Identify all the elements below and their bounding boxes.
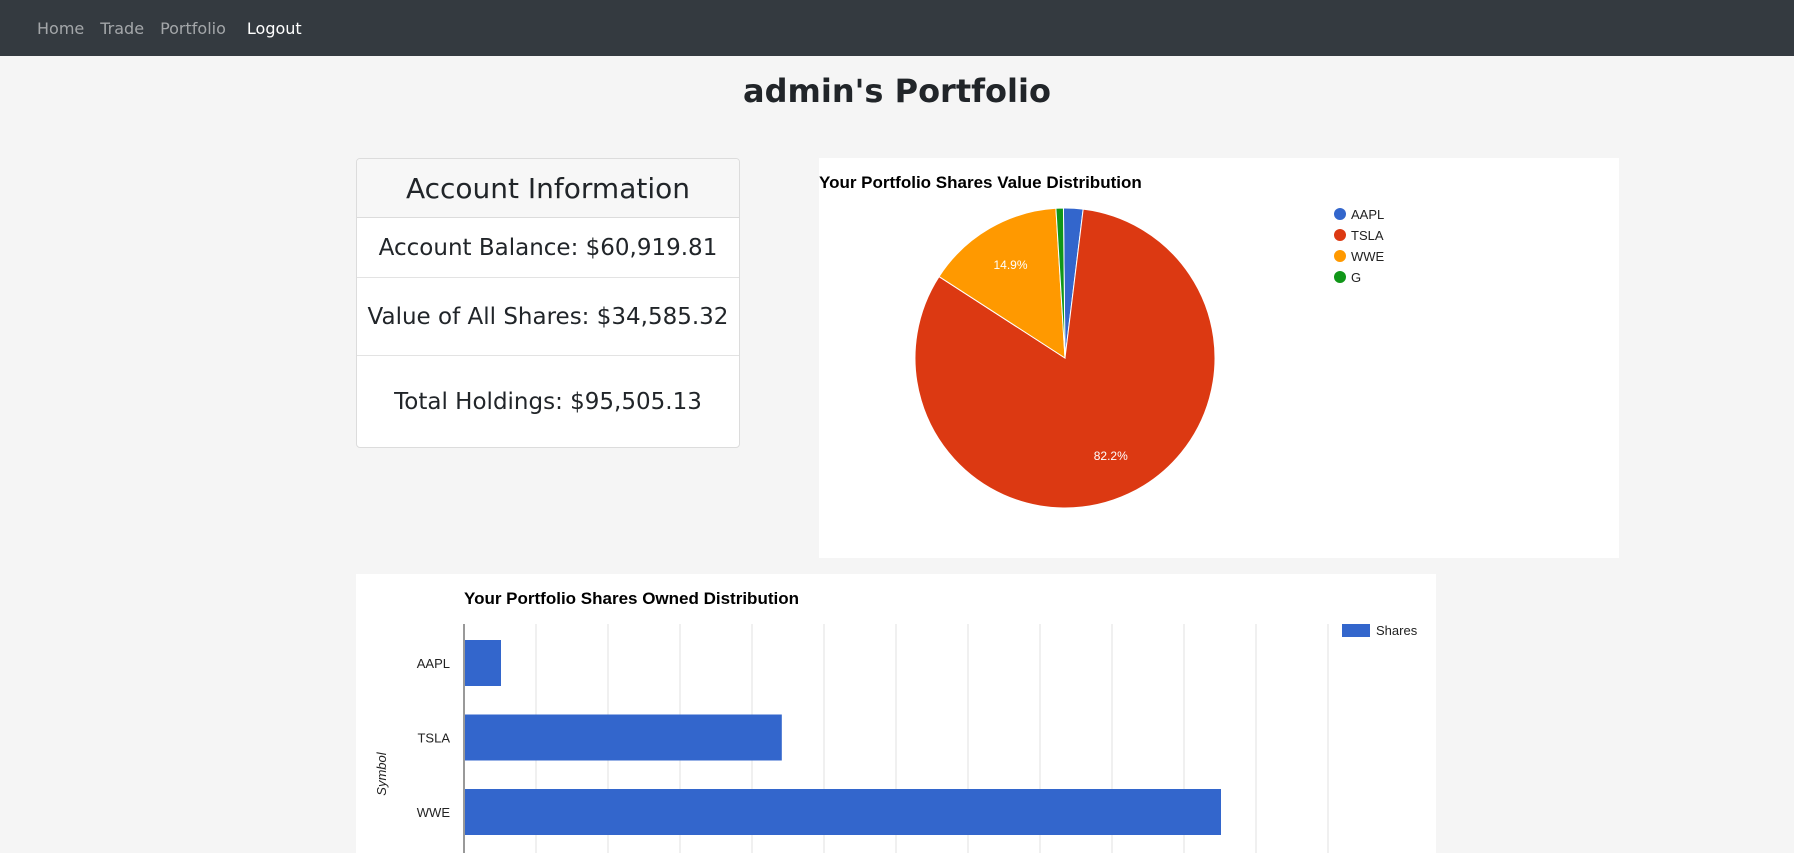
account-information-card: Account Information Account Balance: $60…	[356, 158, 740, 448]
pie-legend-marker-aapl	[1334, 208, 1346, 220]
pie-chart: Your Portfolio Shares Value Distribution…	[819, 173, 1385, 509]
nav-home-link[interactable]: Home	[37, 19, 84, 38]
page-title: admin's Portfolio	[743, 72, 1051, 110]
pie-legend-marker-tsla	[1334, 229, 1346, 241]
bar-wwe	[465, 789, 1221, 835]
pie-legend-label-wwe: WWE	[1351, 249, 1385, 264]
pie-legend-label-aapl: AAPL	[1351, 207, 1384, 222]
bar-y-axis-label: Symbol	[374, 751, 389, 795]
bar-chart: Your Portfolio Shares Owned Distribution…	[374, 589, 1418, 853]
account-card-header: Account Information	[357, 159, 739, 218]
bar-tsla	[465, 714, 782, 761]
bar-chart-title: Your Portfolio Shares Owned Distribution	[464, 589, 799, 608]
pie-slice-label-tsla: 82.2%	[1094, 449, 1128, 463]
total-holdings: Total Holdings: $95,505.13	[394, 389, 702, 415]
pie-legend-label-tsla: TSLA	[1351, 228, 1384, 243]
logout-link[interactable]: Logout	[247, 19, 302, 38]
pie-chart-title: Your Portfolio Shares Value Distribution	[819, 173, 1142, 192]
nav-portfolio-link[interactable]: Portfolio	[160, 19, 226, 38]
nav-trade-link[interactable]: Trade	[100, 19, 144, 38]
pie-chart-panel: Your Portfolio Shares Value Distribution…	[819, 158, 1619, 558]
shares-value: Value of All Shares: $34,585.32	[357, 278, 739, 356]
bar-legend-label: Shares	[1376, 623, 1418, 638]
pie-legend-marker-g	[1334, 271, 1346, 283]
bar-chart-panel: Your Portfolio Shares Owned Distribution…	[356, 574, 1436, 853]
navbar: Home Trade Portfolio Logout	[0, 0, 1794, 56]
bar-category-label-tsla: TSLA	[417, 731, 450, 746]
bar-aapl	[465, 640, 501, 686]
bar-legend-marker	[1342, 624, 1370, 637]
bar-category-label-aapl: AAPL	[417, 656, 450, 671]
pie-legend-marker-wwe	[1334, 250, 1346, 262]
pie-legend-label-g: G	[1351, 270, 1361, 285]
pie-slice-label-wwe: 14.9%	[993, 258, 1027, 272]
account-balance: Account Balance: $60,919.81	[357, 218, 739, 278]
bar-category-label-wwe: WWE	[417, 805, 451, 820]
